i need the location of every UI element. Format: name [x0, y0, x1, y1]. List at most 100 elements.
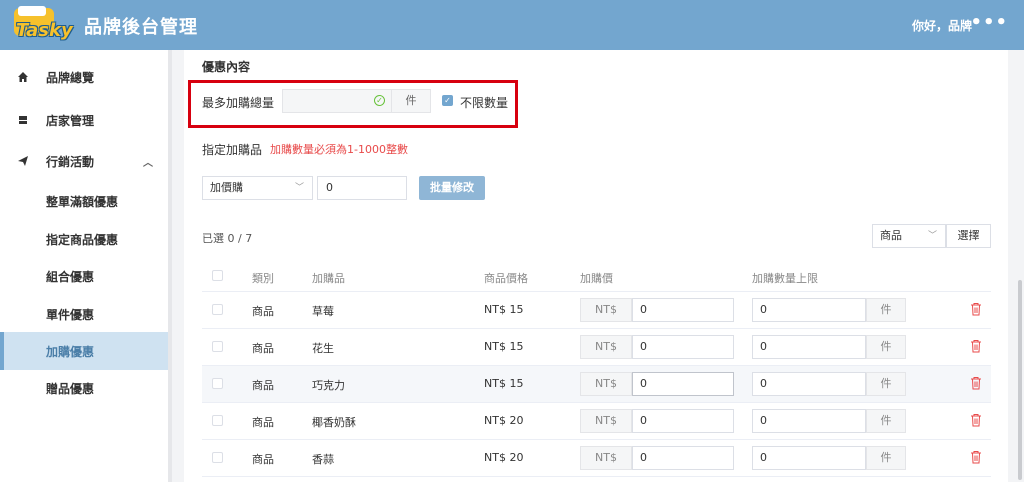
scrollbar-thumb[interactable]: [1018, 280, 1022, 480]
sidebar-item-brand-overview[interactable]: 品牌總覽: [0, 58, 168, 96]
sidebar-item-label: 店家管理: [46, 113, 95, 128]
table-row: 商品 香蒜 NT$ 20 NT$ 0 0 件: [202, 440, 991, 477]
row-item: 巧克力: [312, 379, 345, 392]
row-checkbox[interactable]: [212, 341, 223, 352]
row-checkbox[interactable]: [212, 304, 223, 315]
row-item: 香蒜: [312, 453, 334, 466]
home-icon: [18, 72, 28, 82]
sidebar-subitem-label: 贈品優惠: [46, 381, 95, 396]
batch-value-input[interactable]: 0: [317, 176, 407, 200]
row-price: NT$ 20: [484, 414, 524, 427]
tasky-logo[interactable]: Tasky: [14, 6, 73, 44]
limit-input[interactable]: 0: [752, 446, 866, 470]
sidebar-item-marketing[interactable]: 行銷活動 ︿: [0, 142, 168, 180]
max-total-unit: 件: [391, 89, 431, 113]
logo-wordmark: Tasky: [16, 20, 73, 41]
sidebar-subitem-bundle[interactable]: 組合優惠: [0, 257, 168, 295]
currency-prefix: NT$: [580, 372, 632, 396]
top-bar: Tasky 品牌後台管理 你好，品牌 •••: [0, 0, 1024, 50]
currency-prefix: NT$: [580, 335, 632, 359]
sidebar-subitem-order-threshold[interactable]: 整單滿額優惠: [0, 182, 168, 220]
row-price: NT$ 15: [484, 303, 524, 316]
addon-price-input[interactable]: 0: [632, 409, 734, 433]
product-type-value: 商品: [880, 229, 902, 242]
sidebar-subitem-label: 指定商品優惠: [46, 232, 119, 247]
delete-icon[interactable]: [970, 413, 982, 427]
send-icon: [18, 156, 28, 166]
addon-price-input[interactable]: 0: [632, 446, 734, 470]
more-menu-icon[interactable]: •••: [970, 12, 1008, 33]
sidebar-item-label: 行銷活動: [46, 154, 95, 169]
selected-count: 已選 0 / 7: [202, 232, 253, 245]
sidebar: 品牌總覽 店家管理 行銷活動 ︿ 整單滿額優惠 指定商品優惠 組合優惠 單件優惠…: [0, 50, 168, 482]
chevron-down-icon: ﹀: [927, 231, 937, 241]
sidebar-subitem-label: 組合優惠: [46, 269, 95, 284]
sidebar-item-store-management[interactable]: 店家管理: [0, 101, 168, 139]
section-title: 優惠內容: [202, 60, 251, 74]
currency-prefix: NT$: [580, 446, 632, 470]
unit-suffix: 件: [866, 446, 906, 470]
pricing-type-value: 加價購: [210, 181, 243, 194]
limit-input[interactable]: 0: [752, 409, 866, 433]
limit-input[interactable]: 0: [752, 335, 866, 359]
user-greeting[interactable]: 你好，品牌: [912, 17, 972, 34]
header-limit: 加購數量上限: [752, 272, 818, 285]
row-category: 商品: [252, 416, 274, 429]
unlimited-label[interactable]: 不限數量: [460, 94, 508, 111]
limit-input[interactable]: 0: [752, 298, 866, 322]
row-checkbox[interactable]: [212, 415, 223, 426]
row-price: NT$ 20: [484, 451, 524, 464]
product-type-select[interactable]: 商品 ﹀: [872, 224, 946, 248]
sidebar-subitem-addon[interactable]: 加購優惠: [0, 332, 168, 370]
chevron-down-icon: ﹀: [294, 183, 304, 193]
app-title: 品牌後台管理: [84, 17, 198, 38]
row-category: 商品: [252, 453, 274, 466]
header-addon-price: 加購價: [580, 272, 613, 285]
main-content: 優惠內容 最多加購總量 ✓ 件 ✓ 不限數量 指定加購品 加購數量必須為1-10…: [184, 50, 1008, 482]
delete-icon[interactable]: [970, 339, 982, 353]
table-row: 商品 巧克力 NT$ 15 NT$ 0 0 件: [202, 366, 991, 403]
sidebar-subitem-label: 整單滿額優惠: [46, 194, 119, 209]
logo-card-tab: [18, 6, 46, 16]
choose-button[interactable]: 選擇: [946, 224, 991, 248]
page-scrollbar[interactable]: [1016, 50, 1024, 482]
sidebar-subitem-label: 加購優惠: [46, 344, 95, 359]
store-icon: [19, 116, 27, 124]
delete-icon[interactable]: [970, 376, 982, 390]
limit-input[interactable]: 0: [752, 372, 866, 396]
row-checkbox[interactable]: [212, 452, 223, 463]
quantity-hint: 加購數量必須為1-1000整數: [270, 143, 408, 156]
row-item: 草莓: [312, 305, 334, 318]
row-item: 花生: [312, 342, 334, 355]
addon-price-input[interactable]: 0: [632, 335, 734, 359]
unit-suffix: 件: [866, 335, 906, 359]
delete-icon[interactable]: [970, 450, 982, 464]
max-total-label: 最多加購總量: [202, 96, 275, 110]
currency-prefix: NT$: [580, 409, 632, 433]
delete-icon[interactable]: [970, 302, 982, 316]
row-price: NT$ 15: [484, 377, 524, 390]
sidebar-subitem-product-discount[interactable]: 指定商品優惠: [0, 220, 168, 258]
table-row: 商品 椰香奶酥 NT$ 20 NT$ 0 0 件: [202, 403, 991, 440]
row-category: 商品: [252, 305, 274, 318]
addon-price-input[interactable]: 0: [632, 372, 734, 396]
unlimited-checkbox[interactable]: ✓: [442, 95, 453, 106]
table-row: 商品 花生 NT$ 15 NT$ 0 0 件: [202, 329, 991, 366]
batch-edit-button[interactable]: 批量修改: [419, 176, 485, 200]
addon-price-input[interactable]: 0: [632, 298, 734, 322]
row-item: 椰香奶酥: [312, 416, 356, 429]
select-all-checkbox[interactable]: [212, 270, 223, 281]
header-price: 商品價格: [484, 272, 528, 285]
sidebar-subitem-single-item[interactable]: 單件優惠: [0, 295, 168, 333]
unit-suffix: 件: [866, 298, 906, 322]
pricing-type-select[interactable]: 加價購 ﹀: [202, 176, 313, 200]
sidebar-subitem-gift[interactable]: 贈品優惠: [0, 369, 168, 407]
unit-suffix: 件: [866, 372, 906, 396]
chevron-up-icon: ︿: [143, 157, 153, 169]
header-category: 類別: [252, 272, 274, 285]
row-category: 商品: [252, 379, 274, 392]
row-checkbox[interactable]: [212, 378, 223, 389]
valid-check-icon: ✓: [374, 95, 385, 106]
header-item: 加購品: [312, 272, 345, 285]
max-total-input[interactable]: ✓: [282, 89, 391, 113]
